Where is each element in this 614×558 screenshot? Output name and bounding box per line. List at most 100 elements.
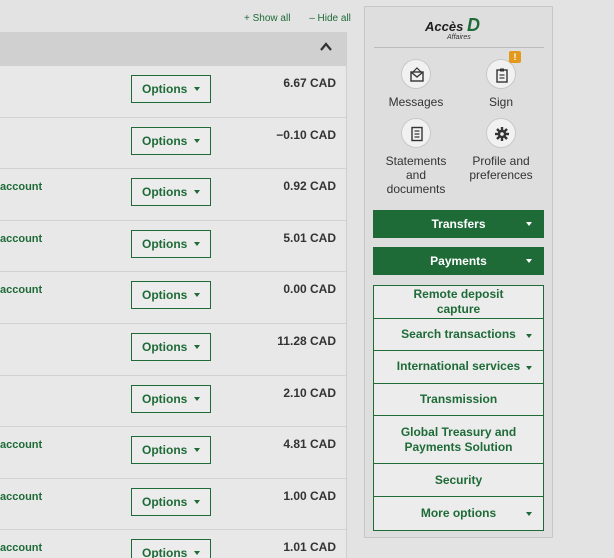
options-button[interactable]: Options: [131, 229, 211, 258]
options-button[interactable]: Options: [131, 281, 211, 310]
balance-amount: 5.01 CAD: [283, 230, 336, 245]
options-button[interactable]: Options: [131, 436, 211, 465]
menu-remote-deposit[interactable]: Remote deposit capture: [374, 286, 543, 319]
caret-down-icon: [194, 138, 200, 143]
caret-down-icon: [526, 511, 532, 516]
menu-more-options[interactable]: More options: [374, 497, 543, 530]
options-button[interactable]: Options: [131, 178, 211, 207]
caret-down-icon: [194, 344, 200, 349]
balance-amount: 11.28 CAD: [277, 333, 336, 348]
account-name[interactable]: account: [0, 491, 42, 503]
account-name[interactable]: account: [0, 181, 42, 193]
account-list: Options 6.67 CAD Options −0.10 CAD account Op…: [0, 32, 347, 558]
menu-label: Transmission: [419, 392, 498, 407]
profile-action[interactable]: Profile and preferences: [456, 118, 546, 182]
table-row: Options 6.67 CAD: [0, 66, 346, 118]
expand-links: + Show all – Hide all: [244, 13, 351, 24]
messages-label: Messages: [388, 95, 444, 109]
table-row: account Options 1.00 CAD: [0, 479, 346, 531]
account-name[interactable]: account: [0, 439, 42, 451]
balance-amount: 0.00 CAD: [283, 282, 336, 297]
caret-down-icon: [526, 222, 532, 226]
logo-letter: D: [466, 15, 480, 35]
sign-action[interactable]: ! Sign: [456, 51, 546, 109]
options-label: Options: [142, 288, 188, 303]
table-row: account Options 4.81 CAD: [0, 427, 346, 479]
table-row: Options −0.10 CAD: [0, 118, 346, 170]
options-label: Options: [142, 82, 188, 96]
menu-label: Security: [434, 472, 483, 487]
options-button[interactable]: Options: [131, 332, 211, 361]
options-label: Options: [142, 443, 188, 458]
table-row: account Options 0.92 CAD: [0, 169, 346, 221]
divider: [374, 47, 544, 48]
caret-down-icon: [526, 333, 532, 338]
document-icon: [401, 118, 431, 148]
balance-amount: 2.10 CAD: [283, 385, 336, 400]
messages-icon: [401, 59, 431, 89]
caret-down-icon: [194, 499, 200, 504]
transfers-button[interactable]: Transfers: [373, 210, 544, 238]
balance-amount: 6.67 CAD: [283, 76, 336, 90]
options-button[interactable]: Options: [131, 487, 211, 516]
menu-global-treasury[interactable]: Global Treasury and Payments Solution: [374, 416, 543, 465]
payments-label: Payments: [430, 254, 487, 268]
caret-down-icon: [194, 448, 200, 453]
account-name[interactable]: account: [0, 284, 42, 296]
caret-down-icon: [526, 366, 532, 371]
menu-international-services[interactable]: International services: [374, 351, 543, 384]
table-row: Options 2.10 CAD: [0, 376, 346, 428]
balance-amount: 4.81 CAD: [283, 437, 336, 452]
gear-icon: [486, 118, 516, 148]
table-row: account Options 1.01 CAD: [0, 530, 346, 558]
statements-label: Statements and documents: [385, 154, 447, 196]
options-button[interactable]: Options: [131, 539, 211, 558]
balance-amount: 1.00 CAD: [283, 488, 336, 503]
options-button[interactable]: Options: [131, 75, 211, 103]
balance-amount: 0.92 CAD: [283, 179, 336, 194]
account-list-header: [0, 32, 346, 66]
notification-badge: !: [509, 51, 521, 63]
account-name[interactable]: account: [0, 542, 42, 554]
acces-d-logo: Accès D Affaires: [425, 15, 497, 45]
options-button[interactable]: Options: [131, 126, 211, 155]
payments-button[interactable]: Payments: [373, 247, 544, 275]
messages-action[interactable]: Messages: [371, 59, 461, 109]
balance-amount: −0.10 CAD: [276, 127, 336, 142]
hide-all-link[interactable]: – Hide all: [309, 13, 351, 24]
options-label: Options: [142, 185, 188, 200]
options-label: Options: [142, 339, 188, 354]
menu-security[interactable]: Security: [374, 464, 543, 497]
menu-label: More options: [420, 505, 497, 520]
options-label: Options: [142, 236, 188, 251]
table-row: account Options 5.01 CAD: [0, 221, 346, 273]
options-button[interactable]: Options: [131, 384, 211, 413]
menu-search-transactions[interactable]: Search transactions: [374, 319, 543, 352]
account-name[interactable]: account: [0, 233, 42, 245]
clipboard-icon: !: [486, 51, 521, 89]
side-panel: Accès D Affaires Messages ! Sign Stateme…: [364, 6, 553, 538]
caret-down-icon: [526, 259, 532, 263]
table-row: Options 11.28 CAD: [0, 324, 346, 376]
caret-down-icon: [194, 87, 200, 91]
logo-main: Accès: [425, 19, 464, 34]
profile-label: Profile and preferences: [469, 154, 533, 182]
options-label: Options: [142, 494, 188, 509]
menu-label: Search transactions: [401, 326, 516, 341]
options-label: Options: [142, 133, 188, 148]
services-menu: Remote deposit capture Search transactio…: [373, 285, 544, 531]
menu-label: Remote deposit capture: [413, 286, 504, 316]
caret-down-icon: [194, 396, 200, 401]
options-label: Options: [142, 391, 188, 406]
chevron-up-icon[interactable]: [320, 42, 332, 52]
options-label: Options: [142, 546, 188, 558]
statements-action[interactable]: Statements and documents: [371, 118, 461, 196]
menu-transmission[interactable]: Transmission: [374, 384, 543, 417]
caret-down-icon: [194, 551, 200, 556]
caret-down-icon: [194, 241, 200, 246]
caret-down-icon: [194, 190, 200, 195]
show-all-link[interactable]: + Show all: [244, 13, 290, 24]
table-row: account Options 0.00 CAD: [0, 272, 346, 324]
account-rows: Options 6.67 CAD Options −0.10 CAD account Op…: [0, 66, 346, 558]
transfers-label: Transfers: [431, 217, 486, 231]
